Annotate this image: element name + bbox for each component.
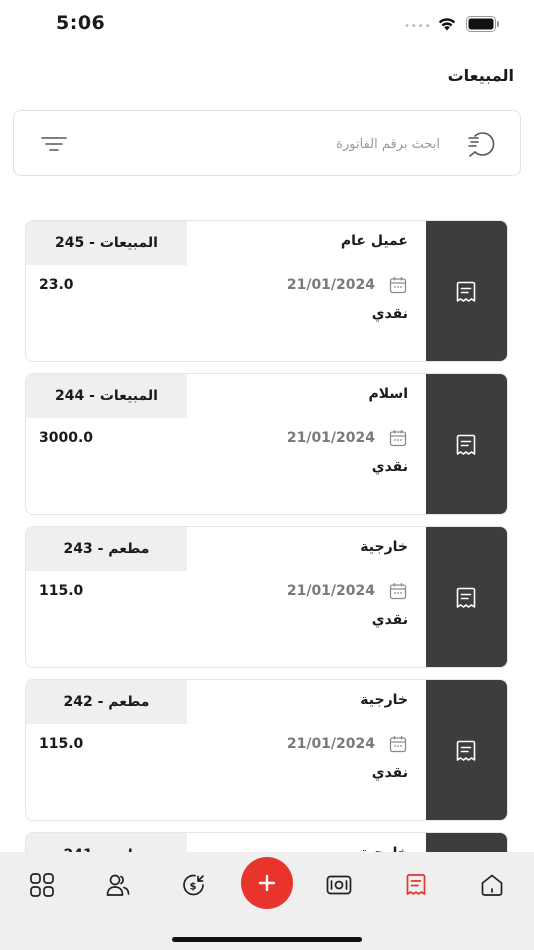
invoice-card[interactable]: المبيعات - 245 عميل عام 23.0 21/01/2024 …	[25, 220, 508, 362]
status-bar: 5:06 ••••	[0, 0, 534, 50]
users-icon	[106, 874, 130, 896]
invoice-card-side	[426, 221, 507, 361]
invoice-date: 21/01/2024	[286, 736, 375, 752]
customer-name: خارجية	[360, 692, 408, 708]
nav-apps[interactable]	[25, 870, 59, 900]
search-input[interactable]	[104, 134, 440, 154]
signal-dots-icon: ••••	[404, 21, 432, 32]
invoice-amount: 3000.0	[39, 430, 94, 446]
calendar-icon	[389, 583, 407, 600]
bottom-nav: $	[0, 852, 534, 950]
nav-customers[interactable]	[101, 870, 135, 900]
apps-grid-icon	[30, 873, 54, 897]
customer-name: اسلام	[368, 386, 408, 402]
wifi-icon	[438, 18, 456, 31]
calendar-icon	[389, 736, 407, 753]
home-icon	[481, 874, 503, 896]
payment-method: نقدي	[371, 765, 408, 781]
cash-icon	[326, 875, 352, 895]
nav-returns[interactable]: $	[177, 870, 211, 900]
status-time: 5:06	[56, 12, 106, 34]
home-indicator[interactable]	[172, 937, 362, 942]
nav-sales[interactable]	[399, 870, 433, 900]
invoice-card[interactable]: المبيعات - 244 اسلام 3000.0 21/01/2024 ن…	[25, 373, 508, 515]
invoice-card[interactable]: مطعم - 243 خارجية 115.0 21/01/2024 نقدي	[25, 526, 508, 668]
receipt-icon	[456, 281, 476, 302]
invoice-date: 21/01/2024	[286, 277, 375, 293]
battery-icon	[466, 16, 499, 32]
payment-method: نقدي	[371, 306, 408, 322]
invoice-number-tag: مطعم - 242	[26, 680, 187, 724]
customer-name: خارجية	[360, 539, 408, 555]
invoice-amount: 23.0	[39, 277, 74, 293]
invoice-card-side	[426, 680, 507, 820]
invoice-card-side	[426, 527, 507, 667]
invoice-date: 21/01/2024	[286, 583, 375, 599]
nav-home[interactable]	[475, 870, 509, 900]
invoice-date: 21/01/2024	[286, 430, 375, 446]
invoice-number-tag: مطعم - 243	[26, 527, 187, 571]
invoice-number-tag: المبيعات - 245	[26, 221, 187, 265]
calendar-icon	[389, 430, 407, 447]
payment-method: نقدي	[371, 612, 408, 628]
receipt-icon	[456, 434, 476, 455]
money-return-icon: $	[183, 874, 204, 896]
receipt-icon	[456, 740, 476, 761]
search-bar	[13, 110, 521, 176]
invoice-card[interactable]: مطعم - 242 خارجية 115.0 21/01/2024 نقدي	[25, 679, 508, 821]
search-icon[interactable]	[466, 130, 496, 158]
invoice-list: المبيعات - 245 عميل عام 23.0 21/01/2024 …	[25, 220, 509, 950]
invoice-amount: 115.0	[39, 736, 84, 752]
customer-name: عميل عام	[340, 233, 408, 249]
nav-cash[interactable]	[322, 870, 356, 900]
invoice-card-side	[426, 374, 507, 514]
filter-icon[interactable]	[40, 133, 68, 155]
invoice-number-tag: المبيعات - 244	[26, 374, 187, 418]
page-title: المبيعات	[447, 66, 514, 85]
svg-text:$: $	[190, 882, 197, 893]
calendar-icon	[389, 277, 407, 294]
add-invoice-button[interactable]	[241, 857, 293, 909]
invoice-amount: 115.0	[39, 583, 84, 599]
receipt-icon	[406, 874, 426, 895]
receipt-icon	[456, 587, 476, 608]
add-icon	[258, 874, 276, 892]
payment-method: نقدي	[371, 459, 408, 475]
